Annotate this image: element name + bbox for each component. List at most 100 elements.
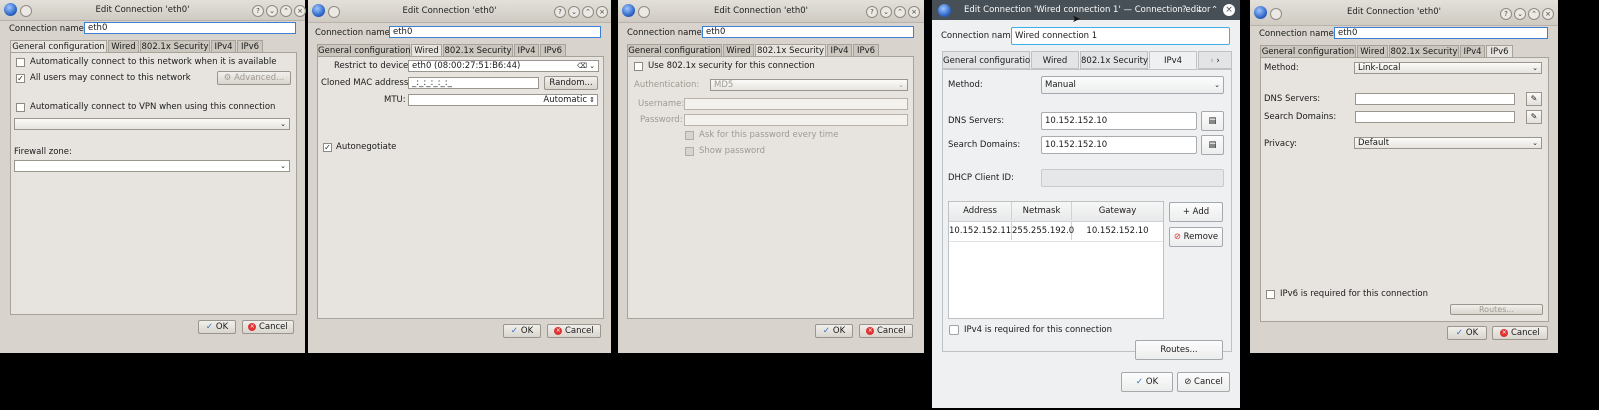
firewall-combo[interactable]: ⌄ xyxy=(14,160,290,172)
privacy-combo[interactable]: Default ⌄ xyxy=(1354,137,1542,149)
minimize-icon[interactable]: ⌄ xyxy=(266,5,278,17)
ok-button[interactable]: ✓ OK xyxy=(503,324,541,338)
username-label: Username: xyxy=(638,99,685,109)
ok-button[interactable]: ✓ OK xyxy=(1447,326,1487,340)
show-password-checkbox[interactable] xyxy=(685,147,694,156)
advanced-button[interactable]: ⚙ Advanced... xyxy=(217,71,291,85)
cell-gateway[interactable]: 10.152.152.10 xyxy=(1072,222,1163,240)
column-header-netmask[interactable]: Netmask xyxy=(1012,202,1072,220)
all-users-checkbox[interactable]: ✓ xyxy=(16,74,25,83)
cancel-button[interactable]: ⊘ Cancel xyxy=(1177,372,1230,392)
remove-button[interactable]: ⊘ Remove xyxy=(1169,227,1223,247)
menu-dot-icon[interactable] xyxy=(1270,8,1282,20)
column-header-gateway[interactable]: Gateway xyxy=(1072,202,1163,220)
tab-scroll-arrows[interactable]: ‹ › xyxy=(1198,51,1232,69)
ask-password-label: Ask for this password every time xyxy=(699,130,839,140)
cancel-button[interactable]: × Cancel xyxy=(242,320,294,334)
close-icon[interactable]: × xyxy=(294,5,306,17)
close-icon[interactable]: × xyxy=(1223,4,1235,16)
random-button[interactable]: Random... xyxy=(544,76,598,90)
connection-name-input[interactable]: eth0 xyxy=(702,26,914,38)
tab-general[interactable]: General configuration xyxy=(942,51,1036,69)
dns-edit-button[interactable]: ✎ xyxy=(1526,92,1542,106)
help-icon[interactable]: ? xyxy=(252,5,264,17)
minimize-icon[interactable]: ⌄ xyxy=(568,6,580,18)
tab-ipv4[interactable]: IPv4 xyxy=(1149,51,1197,69)
autonegotiate-label: Autonegotiate xyxy=(336,142,397,152)
add-label: Add xyxy=(1192,207,1210,217)
mtu-spinbox[interactable]: Automatic ⇕ xyxy=(408,94,598,106)
menu-dot-icon[interactable] xyxy=(328,6,340,18)
help-icon[interactable]: ? xyxy=(866,6,878,18)
spin-arrows-icon: ⇕ xyxy=(589,96,595,104)
ask-password-checkbox[interactable] xyxy=(685,131,694,140)
authentication-value: MD5 xyxy=(714,80,734,90)
menu-dot-icon[interactable] xyxy=(20,5,32,17)
restrict-combo[interactable]: eth0 (08:00:27:51:B6:44) ⌫ ⌄ xyxy=(408,60,599,72)
ok-button[interactable]: ✓ OK xyxy=(1121,372,1173,392)
autonegotiate-checkbox[interactable]: ✓ xyxy=(323,143,332,152)
checkmark-icon: ✓ xyxy=(1455,328,1466,338)
cancel-button[interactable]: × Cancel xyxy=(859,324,913,338)
remove-label: Remove xyxy=(1183,232,1219,242)
authentication-combo[interactable]: MD5 ⌄ xyxy=(710,79,908,91)
search-domains-input[interactable] xyxy=(1355,111,1515,123)
search-domains-edit-button[interactable]: ✎ xyxy=(1526,110,1542,124)
auto-connect-checkbox[interactable] xyxy=(16,58,25,67)
ipv4-required-checkbox[interactable] xyxy=(949,325,959,335)
maximize-icon[interactable]: ⌃ xyxy=(894,6,906,18)
vpn-checkbox[interactable] xyxy=(16,103,25,112)
cell-address[interactable]: 10.152.152.11 xyxy=(949,222,1012,240)
minimize-icon[interactable]: ⌄ xyxy=(1196,0,1203,20)
dhcp-client-id-input[interactable] xyxy=(1041,169,1224,187)
search-domains-edit-button[interactable]: ▤ xyxy=(1201,135,1224,155)
cursor-icon: ➤ xyxy=(1072,14,1081,25)
help-icon[interactable]: ? xyxy=(1500,8,1512,20)
close-icon[interactable]: × xyxy=(1542,8,1554,20)
ok-button[interactable]: ✓ OK xyxy=(815,324,853,338)
method-combo[interactable]: Link-Local ⌄ xyxy=(1354,62,1542,74)
tab-security[interactable]: 802.1x Security xyxy=(1080,51,1148,69)
minimize-icon[interactable]: ⌄ xyxy=(1514,8,1526,20)
dns-input[interactable]: 10.152.152.10 xyxy=(1041,112,1197,130)
add-button[interactable]: + Add xyxy=(1169,202,1223,222)
use-8021x-checkbox[interactable] xyxy=(634,62,643,71)
password-input[interactable] xyxy=(684,114,908,126)
window-title: Edit Connection 'Wired connection 1' — C… xyxy=(964,5,1211,15)
method-combo[interactable]: Manual ⌄ xyxy=(1041,76,1224,94)
connection-name-input[interactable]: eth0 xyxy=(1334,27,1548,39)
close-icon[interactable]: × xyxy=(596,6,608,18)
search-domains-input[interactable]: 10.152.152.10 xyxy=(1041,136,1197,154)
cloned-mac-input[interactable]: _:_:_:_:_:_ xyxy=(408,77,539,89)
cancel-button[interactable]: × Cancel xyxy=(1492,326,1548,340)
help-icon[interactable]: ? xyxy=(554,6,566,18)
connection-name-input[interactable]: Wired connection 1 xyxy=(1011,27,1230,45)
username-input[interactable] xyxy=(684,98,908,110)
edit-pencil-icon: ✎ xyxy=(1530,112,1538,121)
minimize-icon[interactable]: ⌄ xyxy=(880,6,892,18)
ipv4-required-label: IPv4 is required for this connection xyxy=(964,325,1113,335)
vpn-combo[interactable]: ⌄ xyxy=(14,118,290,130)
maximize-icon[interactable]: ⌃ xyxy=(582,6,594,18)
routes-button[interactable]: Routes... xyxy=(1135,340,1223,360)
cell-netmask[interactable]: 255.255.192.0 xyxy=(1012,222,1074,240)
maximize-icon[interactable]: ⌃ xyxy=(1528,8,1540,20)
dns-input[interactable] xyxy=(1355,93,1515,105)
ipv6-required-checkbox[interactable] xyxy=(1266,290,1275,299)
tab-wired[interactable]: Wired xyxy=(1031,51,1079,69)
advanced-label: Advanced... xyxy=(234,73,285,83)
cancel-button[interactable]: × Cancel xyxy=(547,324,601,338)
help-icon[interactable]: ? xyxy=(1182,0,1187,20)
ok-button[interactable]: ✓ OK xyxy=(198,320,236,334)
table-row[interactable]: 10.152.152.11 255.255.192.0 10.152.152.1… xyxy=(949,222,1163,242)
app-globe-icon xyxy=(622,4,635,17)
routes-button[interactable]: Routes... xyxy=(1450,304,1543,315)
dns-edit-button[interactable]: ▤ xyxy=(1201,111,1224,131)
connection-name-input[interactable]: eth0 xyxy=(389,26,601,38)
connection-name-input[interactable]: eth0 xyxy=(84,22,296,34)
maximize-icon[interactable]: ⌃ xyxy=(1211,0,1218,20)
close-icon[interactable]: × xyxy=(908,6,920,18)
menu-dot-icon[interactable] xyxy=(638,6,650,18)
maximize-icon[interactable]: ⌃ xyxy=(280,5,292,17)
column-header-address[interactable]: Address xyxy=(949,202,1012,220)
